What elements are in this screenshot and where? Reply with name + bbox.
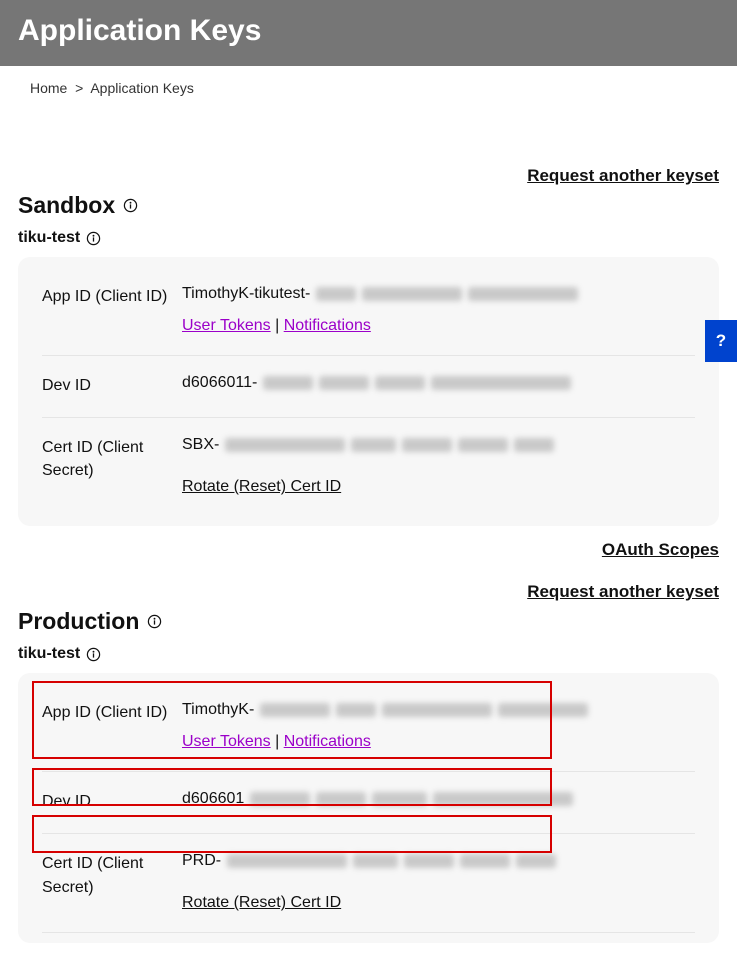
sandbox-appid-row: App ID (Client ID) TimothyK-tikutest- Us… <box>42 267 695 356</box>
breadcrumb-sep: > <box>71 80 87 96</box>
redacted-segment <box>372 792 427 806</box>
redacted-segment <box>498 703 588 717</box>
devid-value: d606601 <box>182 790 695 813</box>
sandbox-appid-prefix: TimothyK-tikutest- <box>182 285 310 303</box>
appid-label: App ID (Client ID) <box>42 285 182 335</box>
rotate-cert-link[interactable]: Rotate (Reset) Cert ID <box>182 894 341 911</box>
help-button[interactable]: ? <box>705 320 737 362</box>
redacted-segment <box>433 792 573 806</box>
redacted-segment <box>362 287 462 301</box>
appid-label: App ID (Client ID) <box>42 701 182 751</box>
production-appid-prefix: TimothyK- <box>182 701 254 719</box>
redacted-segment <box>514 438 554 452</box>
oauth-scopes-row: OAuth Scopes <box>18 540 719 560</box>
user-tokens-link[interactable]: User Tokens <box>182 317 271 334</box>
header-bar: Application Keys <box>0 0 737 66</box>
production-title: Production <box>18 608 139 635</box>
production-certid-row: Cert ID (Client Secret) PRD- Rotate (Res… <box>42 834 695 933</box>
redacted-segment <box>404 854 454 868</box>
redacted-segment <box>263 376 313 390</box>
sandbox-devid-row: Dev ID d6066011- <box>42 356 695 418</box>
devid-value: d6066011- <box>182 374 695 397</box>
rotate-cert-link[interactable]: Rotate (Reset) Cert ID <box>182 478 341 495</box>
redacted-segment <box>316 287 356 301</box>
sandbox-certid-row: Cert ID (Client Secret) SBX- Rotate (Res… <box>42 418 695 516</box>
production-rotate-row: Rotate (Reset) Cert ID <box>182 894 695 912</box>
main-content: Request another keyset Sandbox tiku-test… <box>0 166 737 963</box>
redacted-segment <box>319 376 369 390</box>
breadcrumb: Home > Application Keys <box>0 66 737 106</box>
breadcrumb-current: Application Keys <box>90 80 194 96</box>
request-keyset-link-sandbox[interactable]: Request another keyset <box>527 166 719 185</box>
certid-label: Cert ID (Client Secret) <box>42 852 182 912</box>
page-title: Application Keys <box>18 14 719 48</box>
certid-value: SBX- Rotate (Reset) Cert ID <box>182 436 695 496</box>
sandbox-certid-prefix: SBX- <box>182 436 219 454</box>
link-sep: | <box>271 317 284 334</box>
production-certid-prefix: PRD- <box>182 852 221 870</box>
redacted-segment <box>460 854 510 868</box>
redacted-segment <box>458 438 508 452</box>
appid-value: TimothyK-tikutest- User Tokens | Notific… <box>182 285 695 335</box>
sandbox-title-row: Sandbox <box>18 192 719 219</box>
redacted-segment <box>227 854 347 868</box>
redacted-segment <box>375 376 425 390</box>
redacted-segment <box>382 703 492 717</box>
production-card: App ID (Client ID) TimothyK- User Tokens… <box>18 673 719 943</box>
redacted-segment <box>431 376 571 390</box>
sandbox-title: Sandbox <box>18 192 115 219</box>
redacted-segment <box>260 703 330 717</box>
sandbox-request-row: Request another keyset <box>18 166 719 186</box>
production-devid-prefix: d606601 <box>182 790 244 808</box>
production-app-name: tiku-test <box>18 645 80 663</box>
help-icon: ? <box>716 331 726 351</box>
devid-label: Dev ID <box>42 374 182 397</box>
request-keyset-link-production[interactable]: Request another keyset <box>527 582 719 601</box>
sandbox-app-name: tiku-test <box>18 229 80 247</box>
redacted-segment <box>468 287 578 301</box>
redacted-segment <box>336 703 376 717</box>
redacted-segment <box>250 792 310 806</box>
production-devid-row: Dev ID d606601 <box>42 772 695 834</box>
redacted-segment <box>316 792 366 806</box>
notifications-link[interactable]: Notifications <box>284 317 371 334</box>
redacted-segment <box>225 438 345 452</box>
sandbox-card: App ID (Client ID) TimothyK-tikutest- Us… <box>18 257 719 526</box>
sandbox-app-name-row: tiku-test <box>18 229 719 247</box>
user-tokens-link[interactable]: User Tokens <box>182 733 271 750</box>
info-icon[interactable] <box>86 231 101 246</box>
breadcrumb-home[interactable]: Home <box>30 80 67 96</box>
info-icon[interactable] <box>123 198 138 213</box>
redacted-segment <box>353 854 398 868</box>
redacted-segment <box>351 438 396 452</box>
sandbox-appid-links: User Tokens | Notifications <box>182 317 695 335</box>
info-icon[interactable] <box>147 614 162 629</box>
sandbox-devid-prefix: d6066011- <box>182 374 257 392</box>
notifications-link[interactable]: Notifications <box>284 733 371 750</box>
devid-label: Dev ID <box>42 790 182 813</box>
production-request-row: Request another keyset <box>18 582 719 602</box>
sandbox-rotate-row: Rotate (Reset) Cert ID <box>182 478 695 496</box>
certid-label: Cert ID (Client Secret) <box>42 436 182 496</box>
appid-value: TimothyK- User Tokens | Notifications <box>182 701 695 751</box>
production-app-name-row: tiku-test <box>18 645 719 663</box>
production-title-row: Production <box>18 608 719 635</box>
certid-value: PRD- Rotate (Reset) Cert ID <box>182 852 695 912</box>
info-icon[interactable] <box>86 647 101 662</box>
production-appid-row: App ID (Client ID) TimothyK- User Tokens… <box>42 683 695 772</box>
redacted-segment <box>516 854 556 868</box>
redacted-segment <box>402 438 452 452</box>
link-sep: | <box>271 733 284 750</box>
oauth-scopes-link[interactable]: OAuth Scopes <box>602 540 719 559</box>
production-appid-links: User Tokens | Notifications <box>182 733 695 751</box>
